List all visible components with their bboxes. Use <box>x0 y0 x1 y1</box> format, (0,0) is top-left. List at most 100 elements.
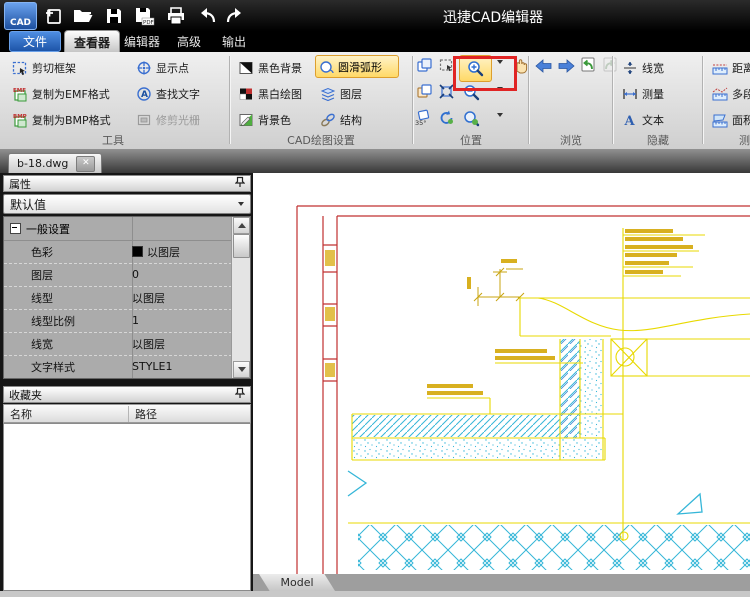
bw-drawing-icon <box>238 86 254 102</box>
redo-button[interactable] <box>222 4 248 28</box>
ribbon-separator <box>229 56 231 144</box>
favorites-list[interactable] <box>3 423 251 591</box>
refresh-view-button[interactable] <box>438 109 456 127</box>
measure-icon <box>622 86 638 102</box>
ribbon-item-polyline[interactable]: 多段线 <box>712 84 750 104</box>
save-as-pdf-button[interactable]: PDF <box>131 4 157 28</box>
file-menu-button[interactable]: 文件 <box>9 31 61 52</box>
ribbon-item-distance[interactable]: 距离 <box>712 58 750 78</box>
layers-icon <box>320 86 336 102</box>
save-button[interactable] <box>101 4 127 28</box>
ribbon-item-copy-emf[interactable]: EMF 复制为EMF格式 <box>12 84 110 104</box>
left-panel: 属性 默认值 一般设置 色彩 以图层 图层 0 线型 以图层 线型比例 1 线宽… <box>0 173 253 597</box>
cyan-symbols <box>347 470 703 515</box>
find-text-icon: A <box>136 86 152 102</box>
ribbon-item-layers[interactable]: 图层 <box>320 84 362 104</box>
zoom-selection-button[interactable] <box>462 109 482 129</box>
ribbon-item-show-point[interactable]: 显示点 <box>136 58 189 78</box>
lineweight-icon <box>622 60 638 76</box>
scrollbar-thumb[interactable] <box>233 234 250 258</box>
black-background-icon <box>238 60 254 76</box>
pin-icon[interactable] <box>235 387 245 402</box>
ribbon-item-trim-raster[interactable]: 修剪光栅 <box>136 110 200 130</box>
rotate-35-button[interactable]: 35° <box>414 109 434 127</box>
paste-view-button[interactable] <box>416 83 434 101</box>
distance-icon <box>712 60 728 76</box>
copy-emf-icon: EMF <box>12 86 28 102</box>
app-window: CAD PDF 迅捷CAD编辑器 文件 查看器 编辑器 高级 输出 剪切框架 E… <box>0 0 750 597</box>
group-label-measure: 测量 <box>739 134 750 147</box>
new-file-button[interactable] <box>40 4 66 28</box>
ribbon-item-area[interactable]: 面积 <box>712 110 750 130</box>
ribbon-separator <box>412 56 414 144</box>
print-button[interactable] <box>163 4 189 28</box>
pin-icon[interactable] <box>235 176 245 191</box>
cad-canvas[interactable] <box>253 173 750 574</box>
properties-panel-header: 属性 <box>3 175 251 192</box>
cad-drawing <box>296 205 750 574</box>
property-row-layer[interactable]: 图层 0 <box>4 263 232 287</box>
group-label-cad-settings: CAD绘图设置 <box>287 134 355 147</box>
property-row-lineweight[interactable]: 线宽 以图层 <box>4 332 232 356</box>
ribbon-item-clip-frame[interactable]: 剪切框架 <box>12 58 76 78</box>
annotation-highlight-box <box>453 56 517 91</box>
ribbon-item-measure[interactable]: 测量 <box>622 84 664 104</box>
preset-dropdown[interactable]: 默认值 <box>3 194 251 214</box>
property-group-row[interactable]: 一般设置 <box>4 217 232 241</box>
document-tab-label: b-18.dwg <box>17 157 69 170</box>
clip-frame-icon <box>12 60 28 76</box>
ribbon-item-find-text[interactable]: A 查找文字 <box>136 84 200 104</box>
model-tab[interactable]: Model <box>259 574 335 591</box>
property-row-linetype[interactable]: 线型 以图层 <box>4 286 232 310</box>
group-label-position: 位置 <box>460 134 482 147</box>
view-forward-button[interactable] <box>557 59 575 73</box>
undo-button[interactable] <box>194 4 220 28</box>
ribbon-item-background-color[interactable]: 背景色 <box>238 110 291 130</box>
favorites-column-headers[interactable]: 名称 路径 <box>3 404 251 423</box>
text-icon: A <box>622 112 638 128</box>
close-tab-icon[interactable]: ✕ <box>76 155 96 172</box>
menu-tab-editor[interactable]: 编辑器 <box>124 33 160 50</box>
ribbon-item-bw-drawing[interactable]: 黑白绘图 <box>238 84 302 104</box>
ribbon-item-black-background[interactable]: 黑色背景 <box>238 58 302 78</box>
polyline-icon <box>712 86 728 102</box>
collapse-icon[interactable] <box>10 223 21 234</box>
svg-text:BMP: BMP <box>13 114 27 120</box>
property-row-text-style[interactable]: 文字样式 STYLE1 <box>4 355 232 378</box>
ribbon-item-copy-bmp[interactable]: BMP 复制为BMP格式 <box>12 110 111 130</box>
structure-icon <box>320 112 336 128</box>
document-tab[interactable]: b-18.dwg ✕ <box>8 153 102 173</box>
app-logo-icon[interactable]: CAD <box>4 2 37 30</box>
zoom-selection-dropdown[interactable] <box>494 113 503 117</box>
trim-raster-icon <box>136 112 152 128</box>
menu-tab-output[interactable]: 输出 <box>222 33 246 50</box>
properties-scrollbar[interactable] <box>231 217 250 378</box>
chevron-down-icon <box>238 202 244 206</box>
next-view-button[interactable] <box>601 56 619 74</box>
svg-text:35°: 35° <box>415 119 427 127</box>
properties-table: 一般设置 色彩 以图层 图层 0 线型 以图层 线型比例 1 线宽 以图层 文字… <box>3 216 251 379</box>
open-file-button[interactable] <box>70 4 96 28</box>
ribbon-item-structure[interactable]: 结构 <box>320 110 362 130</box>
view-back-button[interactable] <box>535 59 553 73</box>
scroll-up-button[interactable] <box>233 217 250 234</box>
ribbon-item-text[interactable]: A 文本 <box>622 110 665 130</box>
ribbon-item-lineweight[interactable]: 线宽 <box>622 58 664 78</box>
show-point-icon <box>136 60 152 76</box>
hatch-fills <box>352 339 750 570</box>
menu-tab-viewer[interactable]: 查看器 <box>64 30 120 53</box>
yellow-geometry <box>348 228 750 541</box>
previous-view-button[interactable] <box>579 56 597 74</box>
area-icon <box>712 112 728 128</box>
layout-tab-bar: Model <box>253 574 750 591</box>
copy-view-button[interactable] <box>416 57 434 75</box>
copy-bmp-icon: BMP <box>12 112 28 128</box>
color-swatch <box>132 246 143 257</box>
favorites-panel-header: 收藏夹 <box>3 386 251 403</box>
property-row-color[interactable]: 色彩 以图层 <box>4 240 232 264</box>
ribbon-item-smooth-arc[interactable]: 圆滑弧形 <box>315 55 399 78</box>
scroll-down-button[interactable] <box>233 361 250 378</box>
menu-tab-advanced[interactable]: 高级 <box>177 33 201 50</box>
property-row-linetype-scale[interactable]: 线型比例 1 <box>4 309 232 333</box>
svg-text:A: A <box>624 114 636 128</box>
